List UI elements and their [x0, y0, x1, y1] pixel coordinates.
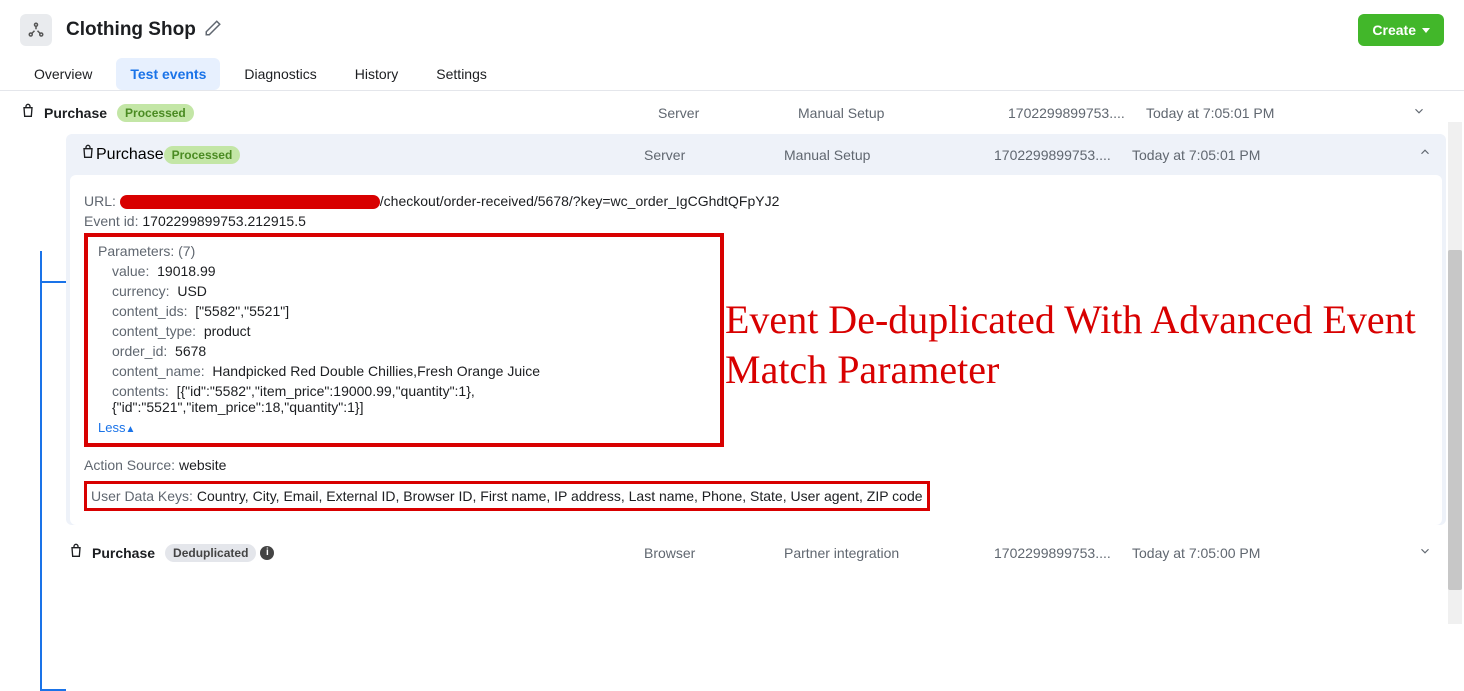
udk-value: Country, City, Email, External ID, Brows…: [197, 488, 923, 504]
param-value: Handpicked Red Double Chillies,Fresh Ora…: [212, 363, 540, 379]
event-name: Purchase: [96, 146, 164, 164]
url-value: /checkout/order-received/5678/?key=wc_or…: [380, 193, 780, 209]
status-badge: Deduplicated: [165, 544, 256, 562]
event-time: Today at 7:05:01 PM: [1146, 105, 1274, 121]
event-row[interactable]: Purchase Processed Server Manual Setup 1…: [66, 134, 1446, 175]
param-label: currency:: [112, 283, 170, 299]
param-value: USD: [177, 283, 207, 299]
tab-diagnostics[interactable]: Diagnostics: [230, 58, 330, 90]
url-row: URL: /checkout/order-received/5678/?key=…: [84, 193, 1428, 209]
event-id-value: 1702299899753.212915.5: [142, 213, 306, 229]
param-label: value:: [112, 263, 149, 279]
param-label: content_ids:: [112, 303, 188, 319]
received-from: Browser: [644, 545, 695, 561]
app-icon[interactable]: [20, 14, 52, 46]
status-badge: Processed: [117, 104, 194, 122]
status-badge: Processed: [164, 146, 241, 164]
param-label: contents:: [112, 383, 169, 399]
event-name: Purchase: [44, 105, 107, 121]
event-id-label: Event id:: [84, 213, 138, 229]
less-toggle[interactable]: Less: [98, 420, 125, 435]
param-value: 5678: [175, 343, 206, 359]
url-label: URL:: [84, 193, 116, 209]
chevron-down-icon: [1422, 28, 1430, 33]
setup-method: Partner integration: [784, 545, 899, 561]
setup-method: Manual Setup: [784, 147, 870, 163]
tab-overview[interactable]: Overview: [20, 58, 106, 90]
param-value: 19018.99: [157, 263, 215, 279]
event-name: Purchase: [92, 545, 155, 561]
action-source-label: Action Source:: [84, 457, 175, 473]
received-from: Server: [644, 147, 685, 163]
event-row[interactable]: Purchase Processed Server Manual Setup 1…: [18, 91, 1446, 134]
event-time: Today at 7:05:01 PM: [1132, 147, 1260, 163]
event-id-short: 1702299899753....: [1008, 105, 1125, 121]
purchase-icon: [80, 144, 96, 165]
param-label: content_type:: [112, 323, 196, 339]
tab-history[interactable]: History: [341, 58, 413, 90]
parameters-box: Parameters: (7) value: 19018.99 currency…: [84, 233, 724, 447]
tree-connector: [40, 281, 66, 283]
purchase-icon: [20, 103, 38, 122]
annotation-text: Event De-duplicated With Advanced Event …: [725, 295, 1464, 395]
edit-icon[interactable]: [204, 19, 222, 42]
action-source-row: Action Source: website: [84, 457, 1428, 473]
event-time: Today at 7:05:00 PM: [1132, 545, 1260, 561]
info-icon[interactable]: i: [260, 546, 274, 560]
tab-settings[interactable]: Settings: [422, 58, 501, 90]
parameters-title: Parameters: (7): [98, 243, 710, 259]
event-id-short: 1702299899753....: [994, 147, 1111, 163]
param-label: order_id:: [112, 343, 167, 359]
scrollbar-thumb[interactable]: [1448, 250, 1462, 590]
chevron-down-icon[interactable]: [1412, 104, 1426, 121]
tab-test-events[interactable]: Test events: [116, 58, 220, 90]
action-source-value: website: [179, 457, 226, 473]
chevron-down-icon[interactable]: [1418, 544, 1432, 561]
page-title: Clothing Shop: [66, 19, 196, 41]
tree-connector: [40, 251, 42, 691]
chevron-up-icon[interactable]: [1418, 145, 1432, 164]
event-id-short: 1702299899753....: [994, 545, 1111, 561]
setup-method: Manual Setup: [798, 105, 884, 121]
udk-label: User Data Keys:: [91, 488, 193, 504]
param-value: product: [204, 323, 251, 339]
create-button[interactable]: Create: [1358, 14, 1444, 46]
purchase-icon: [68, 543, 86, 562]
param-value: ["5582","5521"]: [195, 303, 289, 319]
user-data-keys-box: User Data Keys: Country, City, Email, Ex…: [84, 481, 930, 511]
event-row[interactable]: Purchase Deduplicated i Browser Partner …: [66, 531, 1446, 574]
param-label: content_name:: [112, 363, 205, 379]
redacted-url: [120, 195, 380, 209]
received-from: Server: [658, 105, 699, 121]
create-button-label: Create: [1372, 22, 1416, 38]
event-id-row: Event id: 1702299899753.212915.5: [84, 213, 1428, 229]
